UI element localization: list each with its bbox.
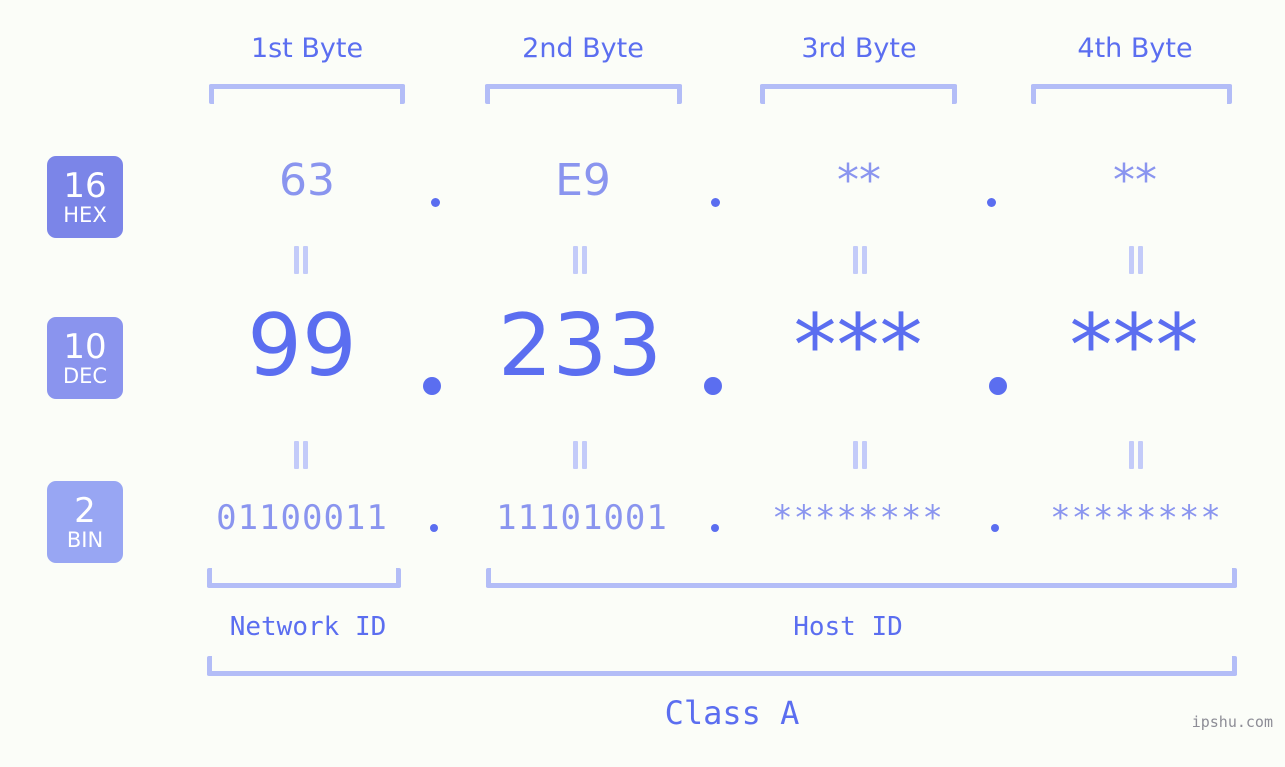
equals-mark-dec-bin-1 bbox=[292, 441, 310, 469]
equals-mark-dec-bin-4 bbox=[1127, 441, 1145, 469]
base-badge-dec-label: DEC bbox=[62, 363, 108, 388]
hex-separator-dot-3 bbox=[987, 198, 996, 207]
equals-mark-hex-dec-3 bbox=[851, 246, 869, 274]
byte-bracket-3 bbox=[760, 84, 957, 104]
dec-value-byte-2: 233 bbox=[497, 296, 663, 396]
base-badge-bin-label: BIN bbox=[66, 527, 104, 552]
base-badge-bin: 2 BIN bbox=[47, 481, 123, 563]
bin-value-byte-2: 11101001 bbox=[496, 498, 668, 538]
ip-address-breakdown-diagram: 1st Byte 2nd Byte 3rd Byte 4th Byte 16 H… bbox=[0, 0, 1285, 767]
bin-value-byte-1: 01100011 bbox=[216, 498, 388, 538]
equals-mark-hex-dec-1 bbox=[292, 246, 310, 274]
byte-header-4: 4th Byte bbox=[1077, 33, 1193, 64]
bin-separator-dot-3 bbox=[991, 524, 999, 532]
byte-header-2: 2nd Byte bbox=[522, 33, 644, 64]
byte-bracket-1 bbox=[209, 84, 405, 104]
dec-value-byte-1: 99 bbox=[247, 296, 357, 396]
bin-separator-dot-2 bbox=[711, 524, 719, 532]
hex-value-byte-2: E9 bbox=[555, 155, 611, 206]
dec-value-byte-4: *** bbox=[1069, 296, 1199, 396]
bin-value-byte-3: ******** bbox=[772, 498, 944, 538]
bin-value-byte-4: ******** bbox=[1050, 498, 1222, 538]
equals-mark-hex-dec-2 bbox=[571, 246, 589, 274]
site-watermark: ipshu.com bbox=[1191, 713, 1273, 731]
base-badge-dec: 10 DEC bbox=[47, 317, 123, 399]
hex-separator-dot-2 bbox=[711, 198, 720, 207]
class-bracket bbox=[207, 656, 1237, 676]
hex-separator-dot-1 bbox=[431, 198, 440, 207]
bin-separator-dot-1 bbox=[430, 524, 438, 532]
byte-bracket-4 bbox=[1031, 84, 1232, 104]
base-badge-dec-number: 10 bbox=[63, 326, 107, 367]
byte-header-3: 3rd Byte bbox=[801, 33, 917, 64]
base-badge-bin-number: 2 bbox=[74, 490, 96, 531]
byte-bracket-2 bbox=[485, 84, 682, 104]
dec-separator-dot-1 bbox=[423, 377, 441, 395]
network-id-label: Network ID bbox=[229, 612, 387, 642]
dec-separator-dot-2 bbox=[704, 377, 722, 395]
base-badge-hex: 16 HEX bbox=[47, 156, 123, 238]
equals-mark-hex-dec-4 bbox=[1127, 246, 1145, 274]
network-id-bracket bbox=[207, 568, 401, 588]
equals-mark-dec-bin-3 bbox=[851, 441, 869, 469]
hex-value-byte-4: ** bbox=[1113, 155, 1157, 206]
equals-mark-dec-bin-2 bbox=[571, 441, 589, 469]
base-badge-hex-label: HEX bbox=[63, 202, 107, 227]
base-badge-hex-number: 16 bbox=[63, 165, 107, 206]
host-id-bracket bbox=[486, 568, 1237, 588]
byte-header-1: 1st Byte bbox=[250, 33, 364, 64]
host-id-label: Host ID bbox=[793, 612, 903, 642]
hex-value-byte-1: 63 bbox=[279, 155, 335, 206]
class-label: Class A bbox=[664, 694, 800, 732]
hex-value-byte-3: ** bbox=[837, 155, 881, 206]
dec-separator-dot-3 bbox=[989, 377, 1007, 395]
dec-value-byte-3: *** bbox=[793, 296, 923, 396]
